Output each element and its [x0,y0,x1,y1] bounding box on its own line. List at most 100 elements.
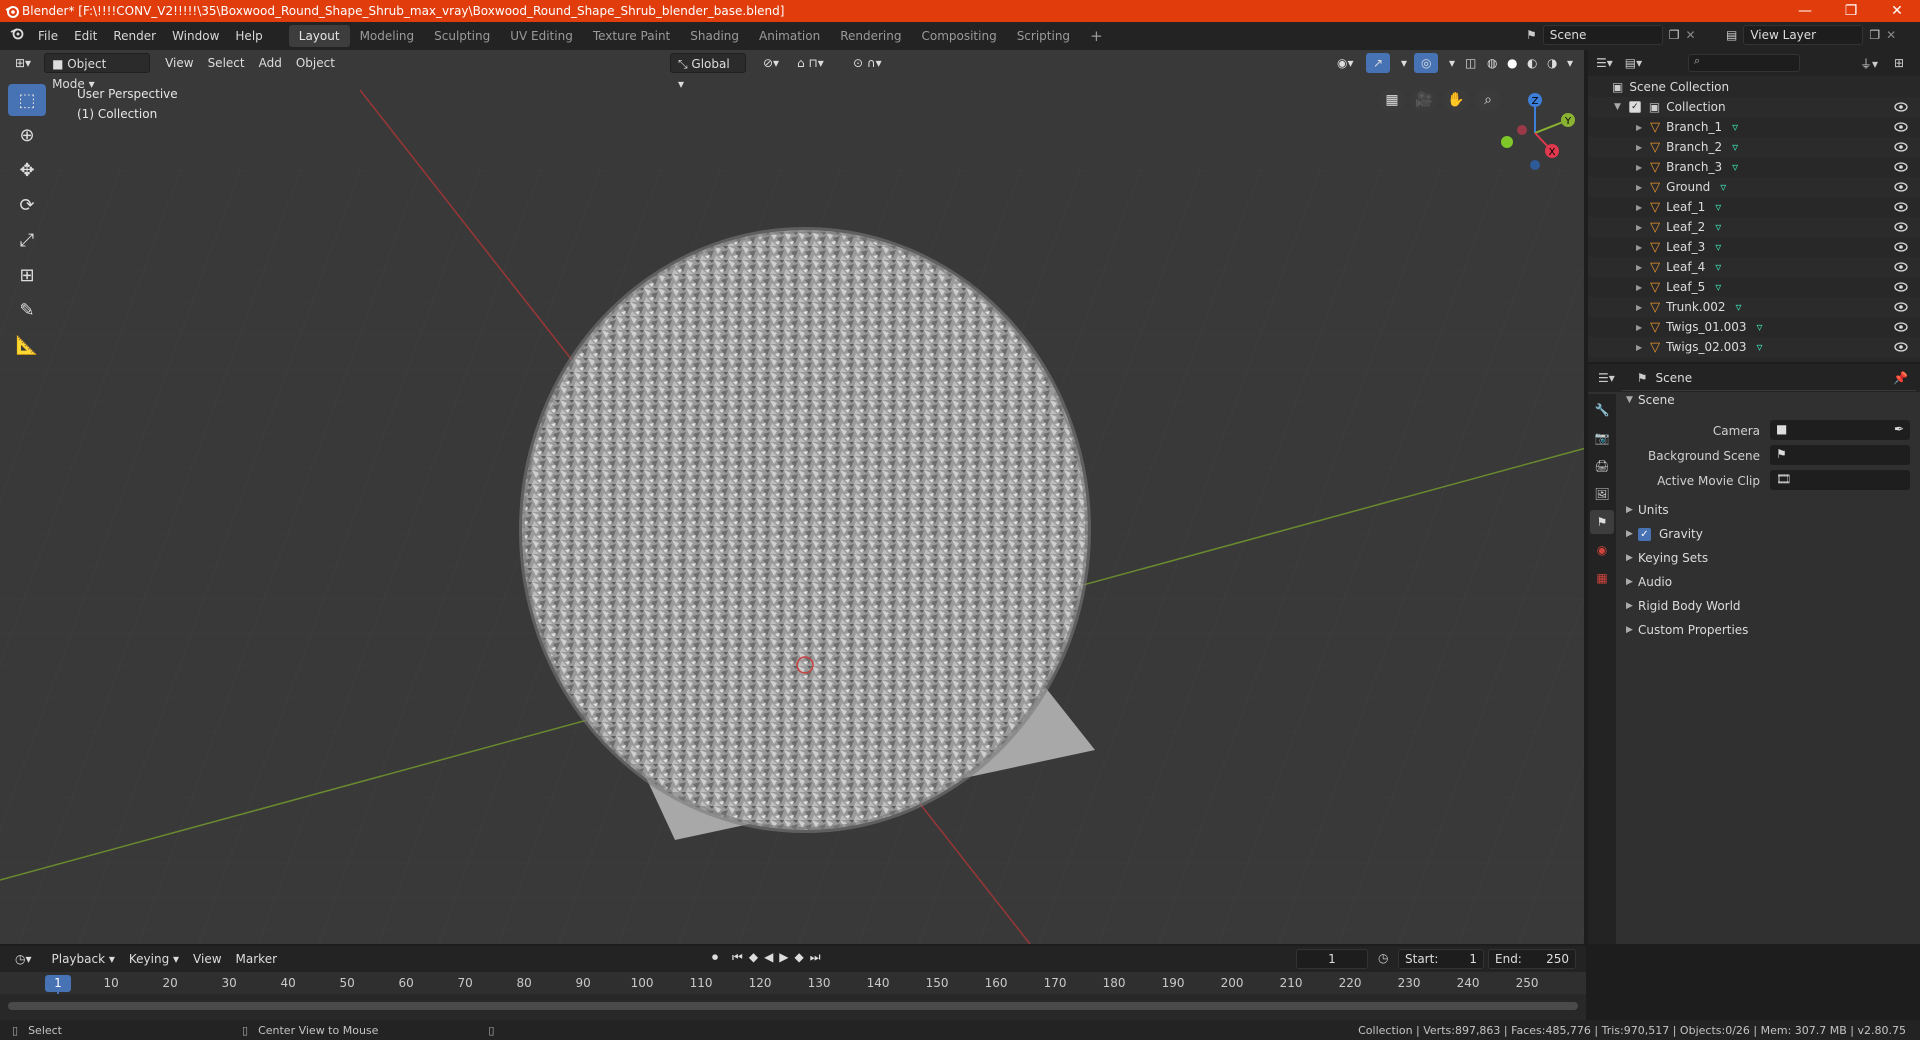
expand-arrow-icon[interactable]: ▶ [1636,223,1642,232]
gizmo-toggle-icon[interactable]: ↗ [1366,53,1391,73]
menu-file[interactable]: File [30,25,66,47]
record-icon[interactable]: ⏺ [712,950,718,965]
outliner-row-object[interactable]: ▶ ▽ Ground ▿ [1588,177,1920,197]
tab-texture-paint[interactable]: Texture Paint [583,25,680,47]
scene-panel-header[interactable]: ▼ Scene [1626,393,1675,407]
menu-window[interactable]: Window [164,25,227,47]
3d-viewport[interactable]: ⊞▾ ■ Object Mode ▾ View Select Add Objec… [0,50,1586,944]
scene-selector[interactable]: Scene [1542,25,1663,45]
expand-arrow-icon[interactable]: ▶ [1636,243,1642,252]
expand-arrow-icon[interactable]: ▶ [1636,343,1642,352]
outliner-row-object[interactable]: ▶ ▽ Branch_3 ▿ [1588,157,1920,177]
select-box-tool-icon[interactable]: ⬚ [8,84,46,116]
expand-arrow-icon[interactable]: ▶ [1636,163,1642,172]
visibility-eye-icon[interactable] [1894,280,1908,294]
jump-end-icon[interactable]: ⏭ [810,950,821,965]
menu-keying[interactable]: Keying ▾ [122,949,186,969]
mesh-data-icon[interactable]: ▿ [1732,120,1738,134]
eyedropper-icon[interactable]: ✒ [1894,422,1904,436]
rigid-body-world-panel-header[interactable]: ▶ Rigid Body World [1626,599,1741,613]
properties-editor-icon[interactable]: ☰▾ [1598,371,1615,385]
editor-type-icon[interactable]: ⊞▾ [8,53,38,73]
outliner-editor-icon[interactable]: ☰▾ [1596,56,1613,70]
gizmo-neg-z-axis[interactable] [1530,160,1540,170]
close-button[interactable]: ✕ [1874,0,1920,22]
mesh-data-icon[interactable]: ▿ [1720,180,1726,194]
maximize-button[interactable]: ❐ [1828,0,1874,22]
delete-scene-icon[interactable]: ✕ [1686,28,1696,42]
transform-tool-icon[interactable]: ⊞ [8,259,46,291]
outliner-row-collection[interactable]: ▼ ✓ ▣ Collection [1588,97,1920,117]
menu-object[interactable]: Object [289,53,342,73]
keying-sets-panel-header[interactable]: ▶ Keying Sets [1626,551,1708,565]
scene-tab-icon[interactable]: ⚑ [1590,510,1614,534]
visibility-eye-icon[interactable] [1894,200,1908,214]
mesh-data-icon[interactable]: ▿ [1715,200,1721,214]
camera-field[interactable]: ■ ✒ [1770,420,1910,440]
tab-layout[interactable]: Layout [288,25,350,47]
mesh-data-icon[interactable]: ▿ [1732,140,1738,154]
outliner-row-object[interactable]: ▶ ▽ Branch_1 ▿ [1588,117,1920,137]
add-workspace-icon[interactable]: + [1080,25,1113,47]
shading-options-icon[interactable]: ▾ [1560,53,1580,73]
units-panel-header[interactable]: ▶ Units [1626,503,1669,517]
outliner-search-input[interactable] [1688,54,1800,72]
view-layer-selector[interactable]: View Layer [1743,25,1864,45]
menu-help[interactable]: Help [227,25,270,47]
menu-marker[interactable]: Marker [229,949,284,969]
new-collection-icon[interactable]: ⊞ [1894,56,1904,70]
overlays-toggle-icon[interactable]: ◎ [1414,53,1439,73]
texture-tab-icon[interactable]: ▦ [1590,566,1614,590]
visibility-eye-icon[interactable] [1894,100,1908,114]
outliner-row-object[interactable]: ▶ ▽ Leaf_4 ▿ [1588,257,1920,277]
gravity-panel-header[interactable]: ▶ ✓ Gravity [1626,527,1703,541]
filter-icon[interactable]: ⏚▾ [1860,55,1878,72]
expand-arrow-icon[interactable]: ▶ [1636,123,1642,132]
timeline-editor-icon[interactable]: ◷▾ [8,949,39,969]
mode-selector[interactable]: ■ Object Mode ▾ [44,53,151,91]
mesh-data-icon[interactable]: ▿ [1757,320,1763,334]
gizmo-neg-y-axis[interactable] [1501,136,1513,148]
transform-orientation-selector[interactable]: ⤡ Global ▾ [670,53,746,91]
expand-arrow-icon[interactable]: ▶ [1636,283,1642,292]
visibility-eye-icon[interactable] [1894,160,1908,174]
tab-shading[interactable]: Shading [680,25,749,47]
toggle-perspective-icon[interactable]: ▦ [1380,88,1404,112]
mesh-data-icon[interactable]: ▿ [1715,220,1721,234]
background-scene-field[interactable]: ⚑ [1770,445,1910,465]
cursor-tool-icon[interactable]: ⊕ [8,119,46,151]
pivot-point-icon[interactable]: ⊘▾ [756,53,786,73]
outliner-row-object[interactable]: ▶ ▽ Leaf_1 ▿ [1588,197,1920,217]
play-reverse-icon[interactable]: ◀ [764,950,773,965]
outliner-row-object[interactable]: ▶ ▽ Twigs_01.003 ▿ [1588,317,1920,337]
menu-view[interactable]: View [158,53,200,73]
next-keyframe-icon[interactable]: ◆ [795,950,804,965]
gizmo-options-icon[interactable]: ▾ [1394,53,1414,73]
mesh-data-icon[interactable]: ▿ [1715,240,1721,254]
blender-menu-icon[interactable] [0,25,30,47]
tab-rendering[interactable]: Rendering [830,25,911,47]
tab-animation[interactable]: Animation [749,25,830,47]
jump-start-icon[interactable]: ⏮ [732,950,743,965]
menu-edit[interactable]: Edit [66,25,105,47]
visibility-eye-icon[interactable] [1894,140,1908,154]
expand-arrow-icon[interactable]: ▶ [1636,263,1642,272]
menu-playback[interactable]: Playback ▾ [45,949,122,969]
delete-view-layer-icon[interactable]: ✕ [1886,28,1896,42]
gizmo-neg-x-axis[interactable] [1517,125,1527,135]
outliner-row-object[interactable]: ▶ ▽ Leaf_2 ▿ [1588,217,1920,237]
current-frame-indicator[interactable]: 1 [45,975,71,992]
new-view-layer-icon[interactable]: ❐ [1869,28,1880,42]
visibility-eye-icon[interactable] [1894,260,1908,274]
expand-arrow-icon[interactable]: ▶ [1636,143,1642,152]
outliner-row-scene-collection[interactable]: ▣ Scene Collection [1588,77,1920,97]
tab-modeling[interactable]: Modeling [350,25,425,47]
rotate-tool-icon[interactable]: ⟳ [8,189,46,221]
custom-properties-panel-header[interactable]: ▶ Custom Properties [1626,623,1748,637]
measure-tool-icon[interactable]: 📐 [8,329,46,361]
visibility-icon[interactable]: ◉▾ [1330,53,1361,73]
menu-add[interactable]: Add [252,53,289,73]
menu-render[interactable]: Render [105,25,164,47]
tab-scripting[interactable]: Scripting [1007,25,1080,47]
expand-arrow-icon[interactable]: ▶ [1636,303,1642,312]
